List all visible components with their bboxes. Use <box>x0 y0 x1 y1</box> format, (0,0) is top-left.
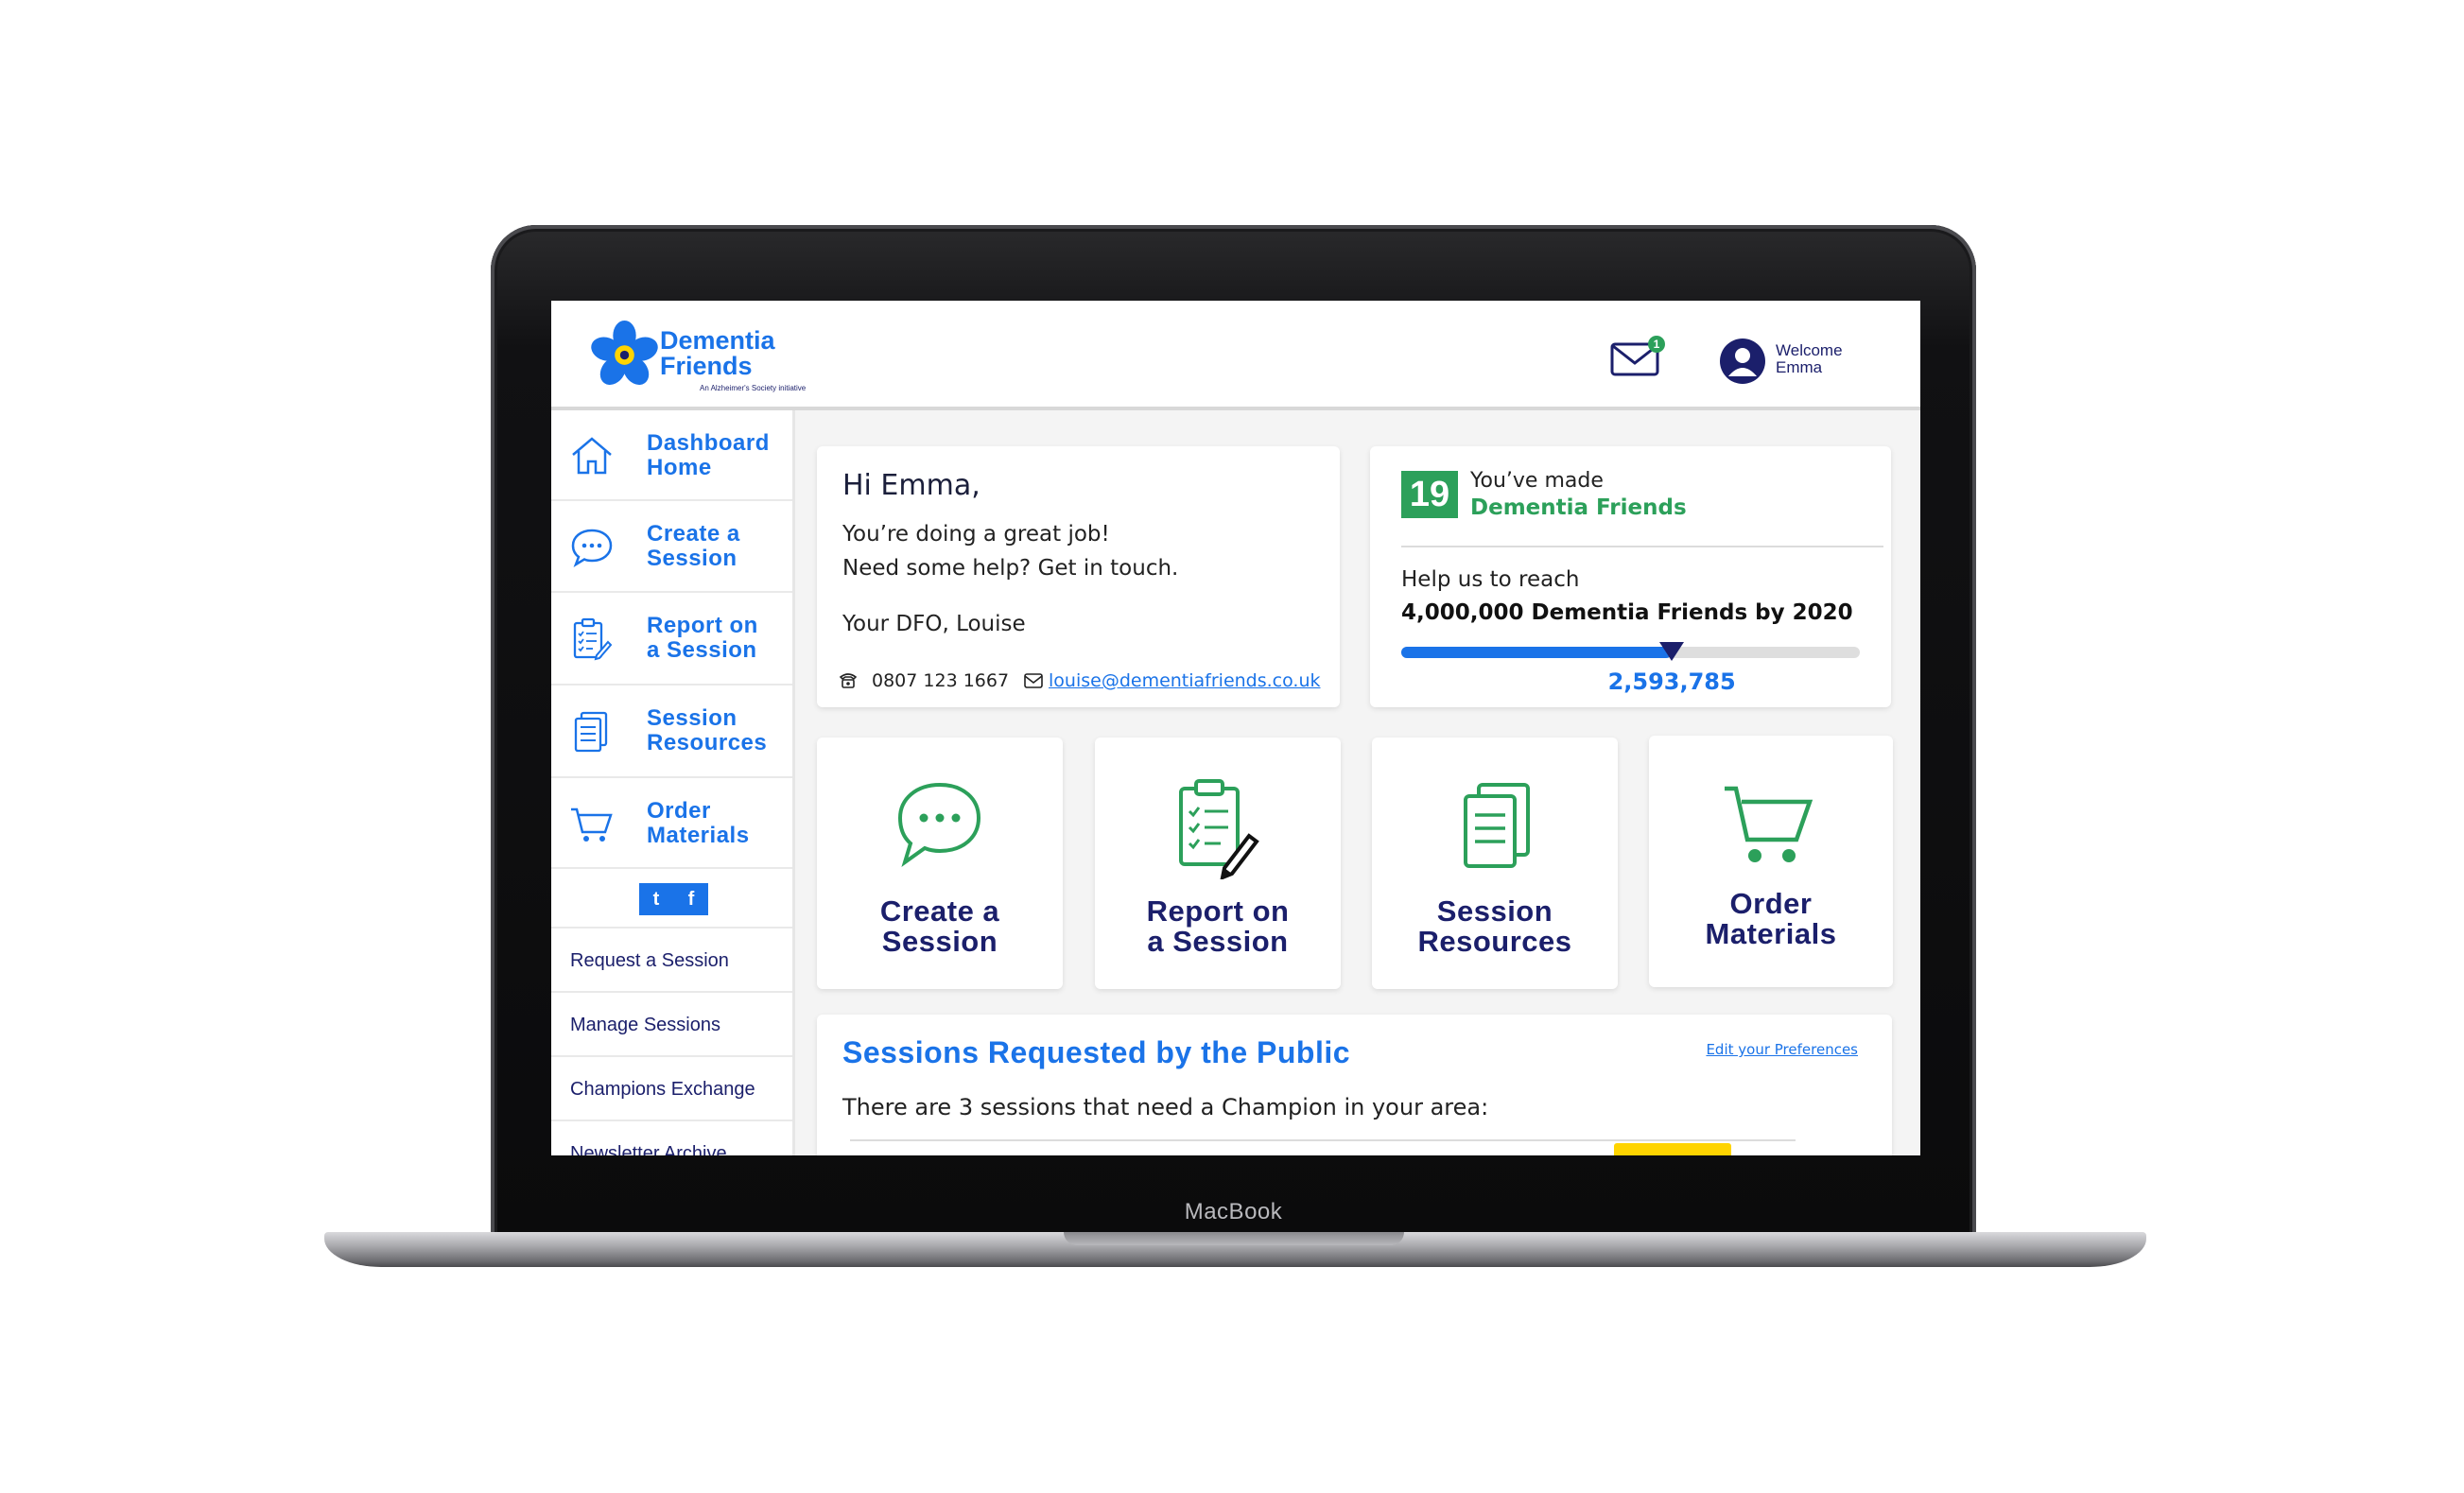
sidebar-label-line: a Session <box>647 637 757 663</box>
sidebar-label-line: Materials <box>647 823 750 848</box>
app-screen: Dementia Friends An Alzheimer's Society … <box>551 301 1920 1155</box>
tile-label-line: Materials <box>1705 917 1837 950</box>
sessions-requested-card: Sessions Requested by the Public Edit yo… <box>817 1015 1892 1155</box>
logo-text-friends: Friends <box>660 352 753 380</box>
device-label: MacBook <box>1184 1199 1283 1224</box>
progress-marker-icon <box>1659 642 1685 661</box>
welcome-username: Emma <box>1776 358 1823 376</box>
sidebar-item-label: Create a Session <box>647 522 740 571</box>
telephone-icon <box>839 673 858 688</box>
sidebar-label-line: Resources <box>647 730 768 755</box>
sidebar-item-label: Report on a Session <box>647 614 758 663</box>
clipboard-pencil-icon <box>1179 779 1259 879</box>
tile-create-session[interactable]: Create a Session <box>817 738 1063 989</box>
person-icon <box>1728 348 1757 376</box>
sidebar-link-champions-exchange[interactable]: Champions Exchange <box>551 1057 792 1121</box>
tile-label-line: Create a <box>879 894 1000 928</box>
tile-label-line: Session <box>881 925 998 958</box>
documents-icon <box>574 711 608 753</box>
tile-label-line: a Session <box>1147 925 1289 958</box>
greeting-title: Hi Emma, <box>842 469 980 502</box>
sidebar-item-label: Session Resources <box>647 706 767 755</box>
greeting-help-text: Need some help? Get in touch. <box>842 556 1179 581</box>
sidebar-item-label: Order Materials <box>647 799 750 848</box>
greeting-message: You’re doing a great job! <box>842 522 1110 547</box>
highlight-tab <box>1614 1143 1731 1155</box>
speech-bubble-icon <box>571 529 613 567</box>
logo-tagline: An Alzheimer's Society initiative <box>700 384 807 392</box>
friends-progress-card: 19 You’ve made Dementia Friends Help us … <box>1370 446 1891 707</box>
sidebar-item-dashboard-home[interactable]: Dashboard Home <box>551 410 792 501</box>
sidebar-item-create-session[interactable]: Create a Session <box>551 501 792 593</box>
tile-label-line: Report on <box>1146 894 1290 928</box>
tile-session-resources[interactable]: Session Resources <box>1372 738 1618 989</box>
sidebar-label-line: Report on <box>647 613 758 638</box>
house-icon <box>572 437 612 475</box>
made-label-highlight: Dementia Friends <box>1470 495 1687 520</box>
documents-icon <box>1464 783 1530 868</box>
sidebar-label-line: Order <box>647 798 711 824</box>
reach-goal: 4,000,000 Dementia Friends by 2020 <box>1401 600 1853 625</box>
tile-label-line: Order <box>1729 887 1813 920</box>
clipboard-pencil-icon <box>573 617 613 661</box>
twitter-icon[interactable]: t <box>639 883 673 915</box>
shopping-cart-icon <box>1725 786 1813 862</box>
progress-bar-track <box>1401 647 1860 658</box>
sidebar-item-report-session[interactable]: Report on a Session <box>551 593 792 686</box>
tile-label-line: Session <box>1436 894 1553 928</box>
sidebar-item-session-resources[interactable]: Session Resources <box>551 686 792 778</box>
tile-label: Session Resources <box>1372 896 1618 957</box>
tile-label: Order Materials <box>1649 889 1893 949</box>
tile-label: Report on a Session <box>1095 896 1341 957</box>
sidebar-label-line: Dashboard <box>647 430 770 456</box>
social-links: t f <box>639 883 708 915</box>
greeting-dfo: Your DFO, Louise <box>842 612 1026 636</box>
sidebar-label-line: Session <box>647 546 737 571</box>
laptop-notch <box>1064 1232 1404 1245</box>
tile-label-line: Resources <box>1417 925 1572 958</box>
sidebar: Dashboard Home Create a Session Report o… <box>551 410 795 1155</box>
envelope-icon <box>1024 673 1043 688</box>
welcome-line: Welcome <box>1776 341 1843 359</box>
divider <box>850 1139 1796 1141</box>
contact-phone: 0807 123 1667 <box>872 670 1010 691</box>
friends-count-badge: 19 <box>1401 471 1458 518</box>
top-bar: Dementia Friends An Alzheimer's Society … <box>551 301 1920 410</box>
progress-value: 2,593,785 <box>1607 668 1736 695</box>
sidebar-link-newsletter-archive[interactable]: Newsletter Archive <box>551 1121 792 1155</box>
sidebar-label-line: Session <box>647 705 737 731</box>
divider <box>1401 546 1883 547</box>
logo-text-dementia: Dementia <box>660 326 775 355</box>
brand-logo[interactable]: Dementia Friends An Alzheimer's Society … <box>589 316 807 399</box>
sidebar-link-manage-sessions[interactable]: Manage Sessions <box>551 993 792 1057</box>
contact-email-link[interactable]: louise@dementiafriends.co.uk <box>1049 670 1321 691</box>
made-label: You’ve made <box>1470 469 1604 493</box>
forget-me-not-flower-icon <box>591 320 658 385</box>
reach-label: Help us to reach <box>1401 567 1580 592</box>
sidebar-label-line: Create a <box>647 521 740 547</box>
speech-bubble-icon <box>897 782 981 868</box>
sidebar-item-order-materials[interactable]: Order Materials <box>551 778 792 869</box>
shopping-cart-icon <box>571 807 613 842</box>
welcome-text: Welcome Emma <box>1776 342 1843 376</box>
user-avatar-icon[interactable] <box>1720 339 1765 384</box>
tile-report-session[interactable]: Report on a Session <box>1095 738 1341 989</box>
unread-count-badge: 1 <box>1648 336 1665 353</box>
tile-order-materials[interactable]: Order Materials <box>1649 736 1893 987</box>
greeting-card: Hi Emma, You’re doing a great job! Need … <box>817 446 1340 707</box>
sidebar-link-request-session[interactable]: Request a Session <box>551 929 792 993</box>
section-title: Sessions Requested by the Public <box>842 1035 1351 1069</box>
sidebar-item-label: Dashboard Home <box>647 431 770 480</box>
facebook-icon[interactable]: f <box>674 883 708 915</box>
edit-preferences-link[interactable]: Edit your Preferences <box>1706 1041 1858 1058</box>
tile-label: Create a Session <box>817 896 1063 957</box>
sessions-count-text: There are 3 sessions that need a Champio… <box>842 1094 1489 1120</box>
progress-bar-fill <box>1401 647 1673 658</box>
sidebar-label-line: Home <box>647 455 712 480</box>
